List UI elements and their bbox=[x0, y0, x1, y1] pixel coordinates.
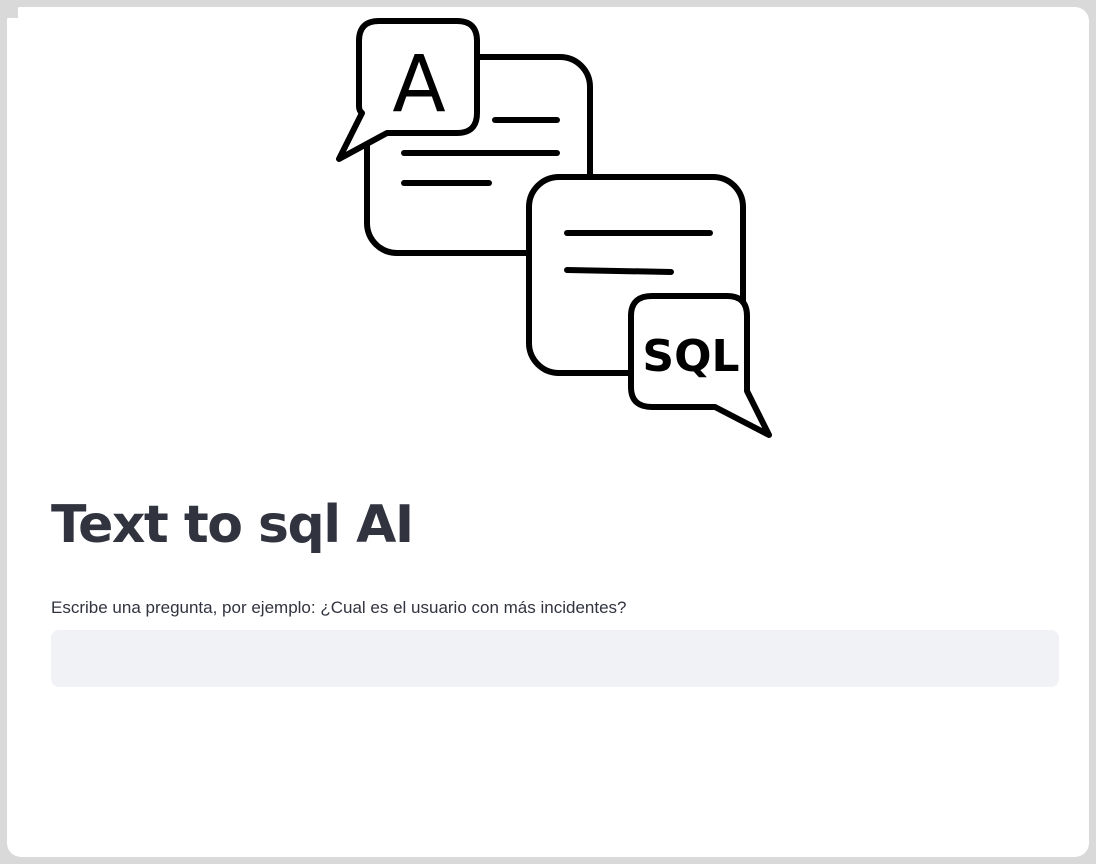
text-to-sql-illustration: A SQL bbox=[336, 18, 772, 438]
window-corner bbox=[0, 0, 18, 18]
page-title: Text to sql AI bbox=[51, 495, 414, 555]
letter-a-glyph: A bbox=[392, 40, 445, 130]
question-input[interactable] bbox=[51, 630, 1059, 687]
question-input-label: Escribe una pregunta, por ejemplo: ¿Cual… bbox=[51, 598, 627, 617]
sql-glyph: SQL bbox=[642, 331, 739, 382]
app-window: A SQL Text to sql AI Escribe una pregunt… bbox=[7, 7, 1089, 857]
sql-speech-bubble-icon: SQL bbox=[628, 293, 772, 438]
